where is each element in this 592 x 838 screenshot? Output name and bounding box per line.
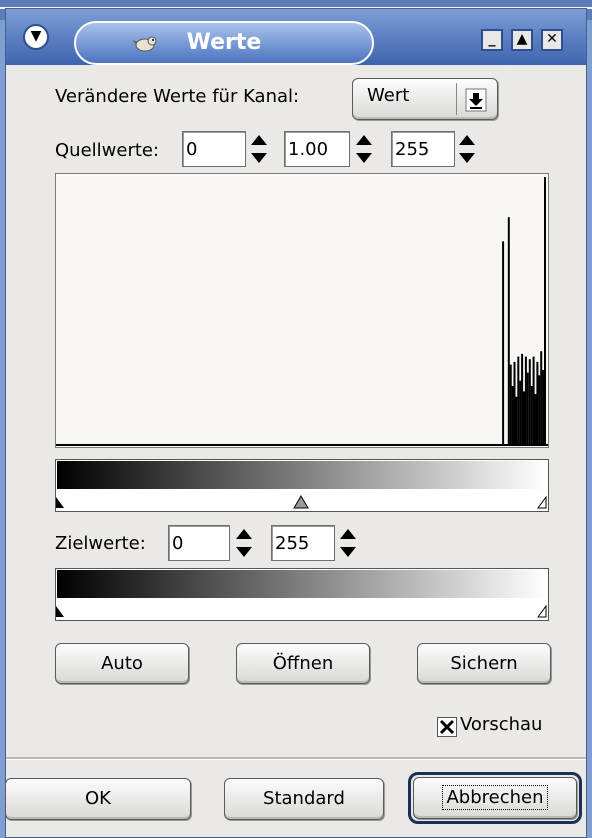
preview-label: Vorschau — [460, 714, 543, 735]
close-icon: ✕ — [546, 31, 558, 47]
output-high-field[interactable]: 255 — [271, 525, 335, 561]
histogram-bar — [519, 380, 522, 445]
cancel-button-label: Abbrechen — [442, 785, 548, 810]
input-gradient-bar — [57, 461, 547, 489]
window-title-pill: Werte — [74, 21, 374, 65]
save-button-label: Sichern — [450, 653, 518, 674]
histogram-bar — [536, 361, 539, 445]
open-button[interactable]: Öffnen — [236, 643, 370, 684]
cancel-button[interactable]: Abbrechen — [413, 777, 577, 819]
histogram-bar — [530, 386, 533, 445]
input-levels-gradient[interactable] — [55, 459, 549, 512]
histogram-bar — [507, 217, 510, 445]
output-slider-track[interactable] — [56, 599, 548, 621]
histogram-bar — [521, 353, 524, 445]
checkmark-icon — [439, 719, 455, 735]
output-levels-label: Zielwerte: — [55, 533, 146, 554]
auto-button-label: Auto — [101, 653, 143, 674]
histogram-bar — [517, 356, 520, 445]
window-title: Werte — [186, 30, 262, 55]
select-arrow-icon — [464, 88, 488, 112]
input-low-spinner[interactable] — [249, 131, 269, 167]
window-menu-button[interactable]: ▼ — [23, 24, 49, 50]
input-slider-track[interactable] — [56, 490, 548, 512]
output-low-spinner[interactable] — [234, 525, 254, 561]
dialog-separator — [6, 757, 586, 760]
window-titlebar[interactable]: ▼ Werte _ ▲ ✕ — [6, 9, 586, 65]
auto-button[interactable]: Auto — [55, 643, 189, 684]
chevron-down-icon: ▼ — [30, 28, 42, 44]
minimize-button[interactable]: _ — [481, 29, 503, 51]
output-high-spinner[interactable] — [338, 525, 358, 561]
histogram-bar — [523, 391, 525, 445]
histogram-bar — [544, 177, 546, 445]
output-levels-gradient[interactable] — [55, 568, 549, 621]
output-low-slider-handle[interactable] — [56, 606, 64, 617]
reset-button[interactable]: Standard — [224, 778, 384, 820]
select-divider — [456, 83, 457, 115]
ok-button-label: OK — [85, 788, 111, 809]
histogram-chart — [56, 177, 548, 446]
reset-button-label: Standard — [263, 788, 345, 809]
input-high-spinner[interactable] — [457, 131, 477, 167]
save-button[interactable]: Sichern — [417, 643, 551, 684]
input-high-slider-handle[interactable] — [537, 495, 547, 509]
input-gamma-field[interactable]: 1.00 — [284, 131, 350, 167]
input-low-slider-handle[interactable] — [56, 497, 64, 508]
output-low-field[interactable]: 0 — [168, 525, 230, 561]
open-button-label: Öffnen — [272, 653, 334, 674]
ok-button[interactable]: OK — [5, 778, 191, 820]
histogram-bar — [528, 359, 531, 445]
histogram-bar — [534, 394, 537, 445]
histogram-bar — [511, 386, 514, 445]
minimize-icon: _ — [488, 31, 496, 47]
input-low-field[interactable]: 0 — [182, 131, 246, 167]
histogram-view[interactable] — [55, 173, 549, 448]
close-button[interactable]: ✕ — [541, 29, 563, 51]
histogram-bar — [515, 396, 518, 445]
histogram-bar — [524, 356, 527, 445]
channel-label: Verändere Werte für Kanal: — [55, 86, 300, 107]
input-high-field[interactable]: 255 — [391, 131, 455, 167]
histogram-bar — [502, 241, 505, 445]
histogram-bar — [509, 364, 512, 445]
histogram-bar — [542, 370, 545, 445]
histogram-bar — [538, 375, 541, 445]
maximize-button[interactable]: ▲ — [511, 29, 533, 51]
channel-select[interactable]: Wert — [352, 78, 498, 120]
histogram-bar — [526, 372, 529, 445]
histogram-bar — [513, 361, 516, 445]
histogram-bar — [532, 356, 535, 445]
channel-select-value: Wert — [367, 85, 410, 106]
maximize-icon: ▲ — [516, 31, 528, 47]
input-levels-label: Quellwerte: — [55, 140, 160, 161]
output-gradient-bar — [57, 570, 547, 598]
output-high-slider-handle[interactable] — [537, 604, 547, 618]
input-gamma-slider-handle[interactable] — [293, 495, 309, 509]
input-gamma-spinner[interactable] — [354, 131, 374, 167]
histogram-bar — [540, 351, 543, 445]
preview-checkbox[interactable] — [437, 717, 457, 737]
